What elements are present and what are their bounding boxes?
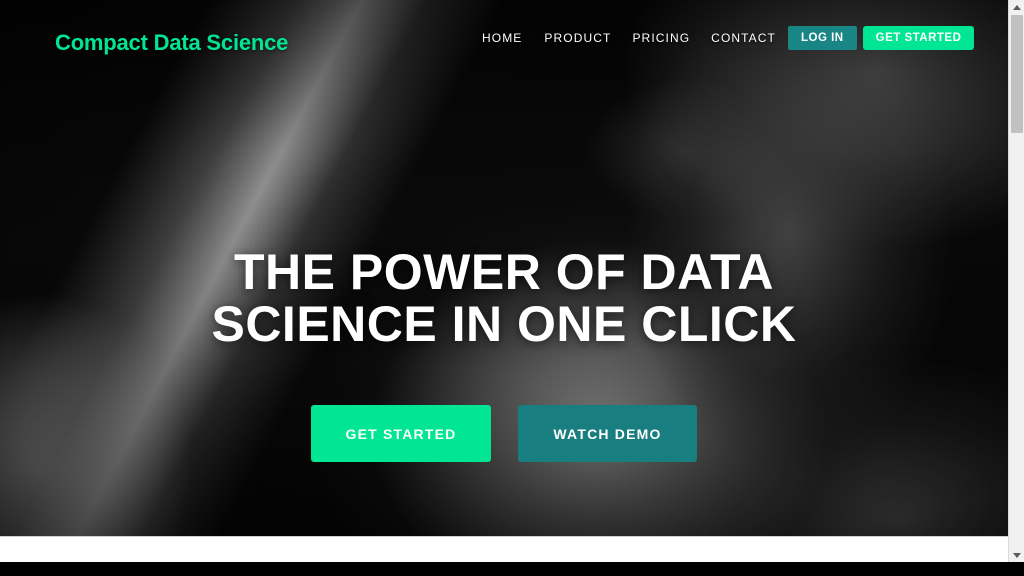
hero-watch-demo-button[interactable]: WATCH DEMO bbox=[518, 405, 697, 462]
site-logo[interactable]: Compact Data Science bbox=[55, 30, 288, 56]
hero-headline: THE POWER OF DATA SCIENCE IN ONE CLICK bbox=[0, 246, 1008, 350]
nav-link-pricing[interactable]: PRICING bbox=[632, 30, 711, 46]
vertical-scrollbar[interactable] bbox=[1008, 0, 1024, 562]
hero-section: Compact Data Science HOME PRODUCT PRICIN… bbox=[0, 0, 1008, 536]
scrollbar-up-arrow-icon[interactable] bbox=[1009, 0, 1024, 14]
main-navigation: HOME PRODUCT PRICING CONTACT bbox=[482, 30, 797, 46]
hero-headline-line-1: THE POWER OF DATA bbox=[234, 244, 774, 300]
below-hero-section bbox=[0, 536, 1008, 562]
bottom-letterbox bbox=[0, 562, 1024, 576]
page-content: Compact Data Science HOME PRODUCT PRICIN… bbox=[0, 0, 1008, 562]
site-header: Compact Data Science HOME PRODUCT PRICIN… bbox=[0, 0, 1008, 76]
log-in-button[interactable]: LOG IN bbox=[788, 26, 857, 50]
browser-viewport: Compact Data Science HOME PRODUCT PRICIN… bbox=[0, 0, 1024, 576]
header-get-started-button[interactable]: GET STARTED bbox=[862, 26, 975, 50]
hero-get-started-button[interactable]: GET STARTED bbox=[311, 405, 491, 462]
scrollbar-thumb[interactable] bbox=[1011, 15, 1023, 133]
header-actions: LOG IN GET STARTED bbox=[788, 26, 975, 50]
hero-headline-line-2: SCIENCE IN ONE CLICK bbox=[211, 296, 797, 352]
nav-link-home[interactable]: HOME bbox=[482, 30, 544, 46]
scrollbar-down-arrow-icon[interactable] bbox=[1009, 548, 1024, 562]
nav-link-contact[interactable]: CONTACT bbox=[711, 30, 797, 46]
hero-cta-row: GET STARTED WATCH DEMO bbox=[0, 405, 1008, 462]
nav-link-product[interactable]: PRODUCT bbox=[544, 30, 632, 46]
hero-content: THE POWER OF DATA SCIENCE IN ONE CLICK G… bbox=[0, 0, 1008, 536]
